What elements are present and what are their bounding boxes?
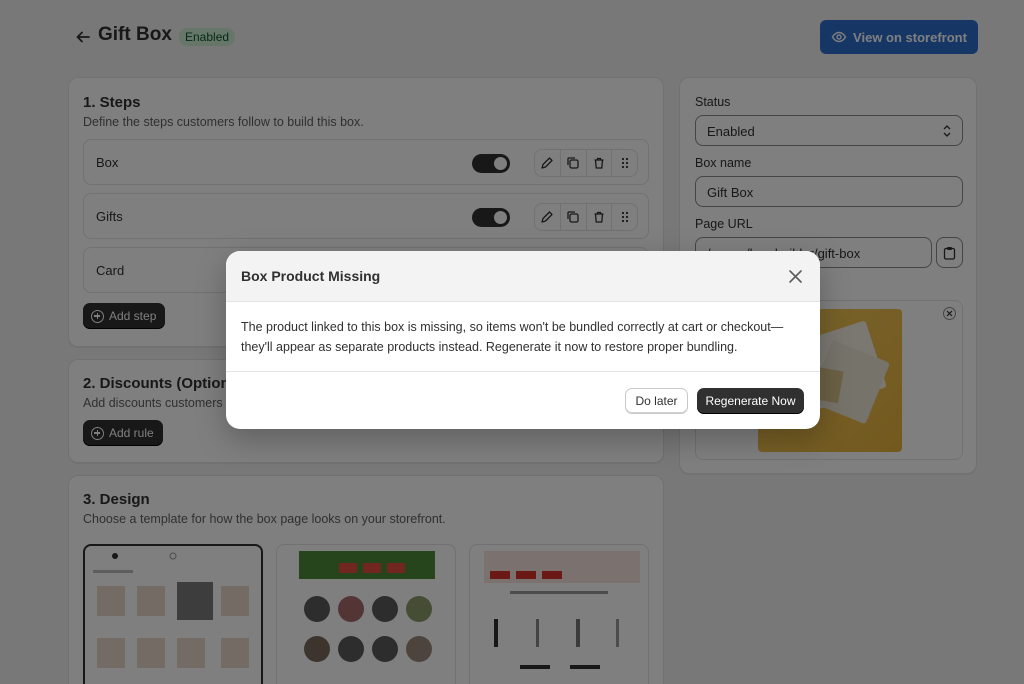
regenerate-now-button[interactable]: Regenerate Now <box>697 388 804 414</box>
close-icon[interactable] <box>787 268 804 285</box>
modal-footer: Do later Regenerate Now <box>226 371 820 429</box>
modal-header: Box Product Missing <box>226 251 820 302</box>
box-product-missing-modal: Box Product Missing The product linked t… <box>226 251 820 429</box>
do-later-button[interactable]: Do later <box>625 388 688 414</box>
modal-message: The product linked to this box is missin… <box>241 320 784 354</box>
modal-title: Box Product Missing <box>241 268 381 284</box>
